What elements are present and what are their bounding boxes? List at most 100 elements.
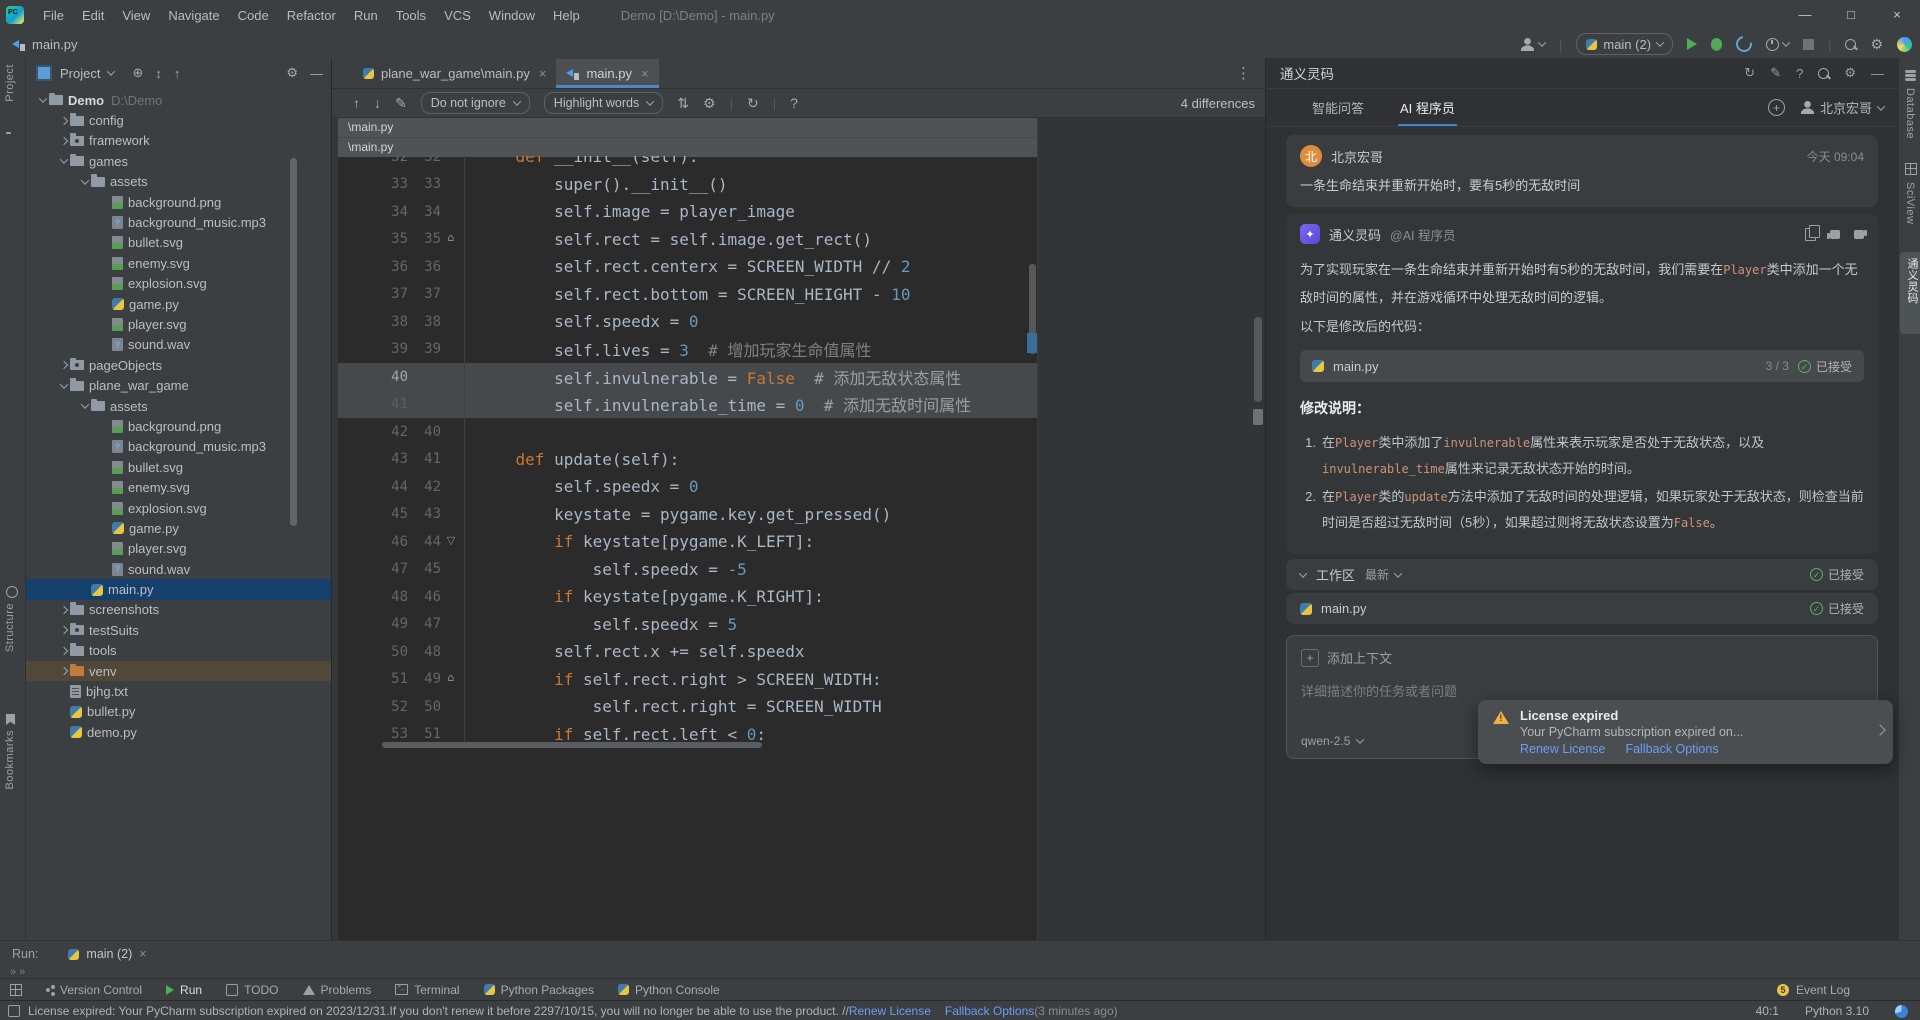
settings-button[interactable]: ⚙ bbox=[1870, 37, 1883, 51]
chevron-down-icon[interactable] bbox=[80, 176, 88, 184]
close-icon[interactable]: × bbox=[539, 66, 547, 81]
tree-item-enemy-svg[interactable]: enemy.svg bbox=[26, 253, 331, 273]
chevron-down-icon[interactable] bbox=[59, 156, 67, 164]
hide-panel-button[interactable]: — bbox=[310, 66, 323, 81]
horizontal-scrollbar[interactable] bbox=[382, 742, 762, 748]
code-editor[interactable]: 3232 def __init__(self):3333 super().__i… bbox=[338, 156, 1037, 748]
tree-item-explosion-svg[interactable]: explosion.svg bbox=[26, 274, 331, 294]
menu-view[interactable]: View bbox=[113, 1, 159, 30]
tree-item-bjhg-txt[interactable]: bjhg.txt bbox=[26, 681, 331, 701]
fold-marker-icon[interactable]: ▽ bbox=[441, 534, 461, 550]
breadcrumb[interactable]: main.py bbox=[32, 37, 78, 52]
tab-smart-qa[interactable]: 智能问答 bbox=[1312, 89, 1364, 126]
fallback-options-link[interactable]: Fallback Options bbox=[1625, 741, 1718, 758]
workspace-bar[interactable]: 工作区 最新 ✓已接受 bbox=[1286, 559, 1878, 590]
tree-item-config[interactable]: config bbox=[26, 110, 331, 130]
tool-button-tongyi[interactable]: 通义灵码 bbox=[1904, 258, 1920, 304]
menu-run[interactable]: Run bbox=[345, 1, 387, 30]
license-notification[interactable]: License expired Your PyCharm subscriptio… bbox=[1478, 700, 1893, 764]
tree-item-background-png[interactable]: background.png bbox=[26, 192, 331, 212]
sync-scroll-button[interactable]: ↻ bbox=[747, 96, 759, 110]
chevron-down-icon[interactable] bbox=[38, 95, 46, 103]
chevron-right-icon[interactable] bbox=[59, 606, 67, 614]
collapse-unchanged-button[interactable]: ⇅ bbox=[677, 96, 689, 110]
chevron-right-icon[interactable] bbox=[59, 626, 67, 634]
tree-item-player-svg[interactable]: player.svg bbox=[26, 539, 331, 559]
tool-window-button-terminal[interactable]: Terminal bbox=[395, 983, 459, 997]
thumbs-down-icon[interactable] bbox=[1854, 230, 1864, 239]
tool-window-button-version-control[interactable]: Version Control bbox=[46, 983, 142, 997]
fold-marker-icon[interactable]: ⌂ bbox=[441, 671, 461, 687]
change-marker[interactable] bbox=[1027, 333, 1037, 353]
menu-edit[interactable]: Edit bbox=[73, 1, 113, 30]
chevron-right-icon[interactable] bbox=[59, 137, 67, 145]
minimize-button[interactable]: — bbox=[1782, 0, 1828, 30]
vertical-scrollbar[interactable] bbox=[1254, 317, 1262, 402]
fold-marker-icon[interactable]: ⌂ bbox=[441, 231, 461, 247]
tree-item-assets[interactable]: assets bbox=[26, 172, 331, 192]
editor-tab-plane-war-game-main-py[interactable]: plane_war_game\main.py× bbox=[353, 59, 556, 88]
tool-button-bookmarks[interactable]: Bookmarks bbox=[4, 730, 16, 790]
tool-window-button-event-log[interactable]: 5Event Log bbox=[1777, 983, 1850, 997]
tongyi-lingma-icon[interactable] bbox=[1897, 37, 1912, 52]
tree-item-demo[interactable]: DemoD:\Demo bbox=[26, 90, 331, 110]
run-config-selector[interactable]: main (2) bbox=[1576, 33, 1673, 55]
debug-button[interactable] bbox=[1711, 38, 1722, 51]
workspace-version-dropdown[interactable]: 最新 bbox=[1365, 566, 1401, 583]
locate-file-button[interactable]: ⊕ bbox=[132, 65, 143, 81]
stop-button[interactable] bbox=[1803, 39, 1814, 50]
tool-window-button-python-packages[interactable]: Python Packages bbox=[484, 983, 594, 997]
tree-item-background-png[interactable]: background.png bbox=[26, 416, 331, 436]
chevron-right-icon[interactable] bbox=[59, 667, 67, 675]
scrollbar-marker[interactable] bbox=[1253, 409, 1263, 425]
search-everywhere-button[interactable] bbox=[1845, 39, 1856, 50]
chevron-down-icon[interactable] bbox=[80, 400, 88, 408]
chevron-right-icon[interactable] bbox=[59, 361, 67, 369]
tongyi-status-icon[interactable] bbox=[1895, 1005, 1908, 1018]
tool-button-database[interactable]: Database bbox=[1904, 88, 1916, 139]
menu-help[interactable]: Help bbox=[544, 1, 589, 30]
expand-all-button[interactable]: ↕ bbox=[155, 66, 162, 81]
menu-code[interactable]: Code bbox=[229, 1, 278, 30]
new-session-icon[interactable]: + bbox=[1768, 99, 1785, 116]
menu-window[interactable]: Window bbox=[480, 1, 544, 30]
user-role-button[interactable] bbox=[1521, 38, 1545, 51]
tree-item-demo-py[interactable]: demo.py bbox=[26, 722, 331, 742]
tree-item-background-music-mp3[interactable]: background_music.mp3 bbox=[26, 437, 331, 457]
close-button[interactable]: × bbox=[1874, 0, 1920, 30]
hide-ai-panel-icon[interactable]: — bbox=[1871, 66, 1884, 81]
tree-item-bullet-py[interactable]: bullet.py bbox=[26, 702, 331, 722]
highlight-policy-dropdown[interactable]: Highlight words bbox=[544, 92, 663, 114]
tree-item-sound-wav[interactable]: sound.wav bbox=[26, 559, 331, 579]
tree-item-testsuits[interactable]: testSuits bbox=[26, 620, 331, 640]
tool-button-structure[interactable]: Structure bbox=[4, 603, 16, 652]
tool-windows-icon[interactable] bbox=[10, 984, 22, 996]
renew-license-link[interactable]: Renew License bbox=[1520, 741, 1605, 758]
fallback-options-link[interactable]: Fallback Options bbox=[945, 1004, 1034, 1018]
python-interpreter[interactable]: Python 3.10 bbox=[1805, 1004, 1869, 1018]
tree-item-game-py[interactable]: game.py bbox=[26, 294, 331, 314]
ai-user-menu[interactable]: 北京宏哥 bbox=[1801, 98, 1884, 117]
run-button[interactable] bbox=[1687, 38, 1697, 50]
ui-lock-icon[interactable] bbox=[8, 1005, 20, 1017]
project-settings-button[interactable]: ⚙ bbox=[286, 65, 298, 81]
tree-item-assets[interactable]: assets bbox=[26, 396, 331, 416]
chevron-down-icon[interactable] bbox=[107, 67, 115, 75]
tool-window-button-python-console[interactable]: Python Console bbox=[618, 983, 720, 997]
tool-window-button-todo[interactable]: TODO bbox=[226, 983, 278, 997]
close-icon[interactable]: × bbox=[641, 66, 649, 81]
copy-icon[interactable] bbox=[1805, 228, 1816, 241]
search-icon[interactable] bbox=[1818, 68, 1829, 79]
tree-item-main-py[interactable]: main.py bbox=[26, 579, 331, 599]
tree-item-enemy-svg[interactable]: enemy.svg bbox=[26, 477, 331, 497]
editor-tab-main-py[interactable]: main.py× bbox=[556, 59, 658, 88]
ignore-policy-dropdown[interactable]: Do not ignore bbox=[421, 92, 530, 114]
editor-options-kebab-icon[interactable]: ⋮ bbox=[1236, 64, 1251, 82]
new-chat-icon[interactable]: ✎ bbox=[1770, 65, 1781, 81]
tool-window-button-run[interactable]: Run bbox=[166, 983, 202, 997]
tree-item-venv[interactable]: venv bbox=[26, 661, 331, 681]
help-icon[interactable]: ? bbox=[790, 96, 798, 110]
profiler-button[interactable] bbox=[1766, 38, 1789, 51]
caret-position[interactable]: 40:1 bbox=[1756, 1004, 1779, 1018]
close-icon[interactable]: × bbox=[139, 947, 146, 961]
